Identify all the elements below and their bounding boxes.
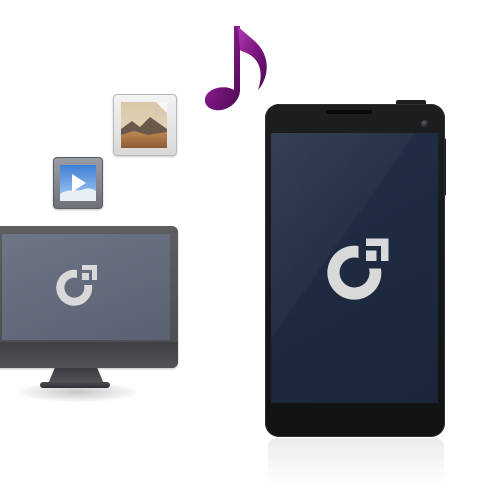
monitor-base xyxy=(40,382,110,388)
phone-camera xyxy=(421,120,429,128)
monitor-screen xyxy=(2,234,170,340)
app-logo-icon xyxy=(327,238,389,300)
monitor-chin xyxy=(0,342,178,368)
music-note-icon xyxy=(204,26,267,111)
cast-illustration xyxy=(0,0,490,490)
phone-screen xyxy=(271,133,438,403)
phone-reflection xyxy=(268,438,444,486)
phone-speaker xyxy=(326,110,372,114)
photo-file-icon xyxy=(113,94,177,156)
app-logo-icon xyxy=(56,265,97,306)
video-file-icon xyxy=(53,157,103,209)
